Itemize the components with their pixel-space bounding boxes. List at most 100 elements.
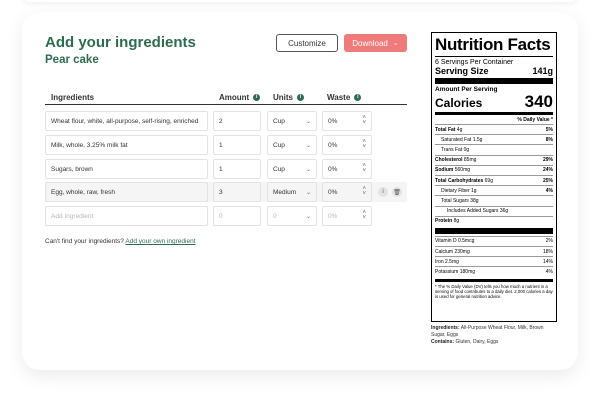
- customize-button[interactable]: Customize: [276, 34, 338, 52]
- vitamin-name: Potassium 180mg: [435, 269, 475, 275]
- info-icon[interactable]: i: [253, 93, 261, 101]
- calories: Calories 340: [435, 93, 553, 110]
- nutrient-amount: 38g: [470, 197, 479, 204]
- ingredient-input[interactable]: Wheat flour, white, all-purpose, self-ri…: [45, 111, 208, 131]
- nutrient-label: Total Fat: [435, 126, 456, 133]
- download-label: Download: [352, 38, 388, 48]
- amount-input[interactable]: 3: [213, 182, 261, 202]
- nutrition-title: Nutrition Facts: [435, 35, 551, 54]
- info-icon[interactable]: i: [354, 93, 362, 101]
- unit-select[interactable]: 0 ⌄: [267, 206, 317, 226]
- vitamin-row: Potassium 180mg 4%: [435, 266, 553, 276]
- chevron-down-icon: ⌄: [305, 142, 311, 149]
- ingredient-input[interactable]: Egg, whole, raw, fresh: [45, 182, 208, 202]
- vitamin-amount: 0.5mcg: [457, 238, 475, 245]
- nutrient-label: Trans Fat: [441, 146, 463, 153]
- amount-input[interactable]: 1: [213, 135, 261, 155]
- vitamin-name: Iron 2.5mg: [435, 259, 459, 265]
- nutrient-amount: 85mg: [463, 157, 477, 164]
- divider: [435, 56, 553, 57]
- amount-input[interactable]: 1: [213, 159, 261, 179]
- waste-stepper[interactable]: 0% ˄ ˅: [322, 159, 372, 179]
- stepper-arrows-icon[interactable]: ˄ ˅: [362, 115, 366, 126]
- stepper-arrows-icon[interactable]: ˄ ˅: [362, 139, 366, 150]
- waste-value: 0%: [328, 212, 338, 220]
- vitamin-amount: 2.5mg: [445, 258, 459, 265]
- table-row-new: Add Ingredient 0 0 ⌄ 0% ˄ ˅: [45, 206, 407, 226]
- unit-select[interactable]: Medium ⌄: [267, 182, 317, 202]
- add-ingredient-input[interactable]: Add Ingredient: [45, 206, 208, 226]
- nutrient-label: Cholesterol: [435, 157, 463, 164]
- nutrient-dv: 8%: [545, 136, 553, 143]
- daily-value-header: % Daily Value *: [517, 117, 553, 123]
- unit-select[interactable]: Cup ⌄: [267, 111, 317, 131]
- page-title: Add your ingredients: [45, 34, 196, 51]
- nutrient-label: Dietary Fiber: [441, 187, 470, 194]
- stepper-arrows-icon[interactable]: ˄ ˅: [362, 163, 366, 174]
- nutrient-row: Includes Added Sugars 36g: [435, 205, 553, 216]
- stepper-arrows-icon[interactable]: ˄ ˅: [362, 186, 366, 197]
- calories-value: 340: [524, 92, 553, 111]
- serving-size-label: Serving Size: [435, 66, 489, 76]
- nutrient-row: Total Carbohydrates 69g 25%: [435, 174, 553, 185]
- nutrient-amount: 69g: [484, 177, 493, 184]
- vitamin-label: Calcium: [435, 248, 454, 255]
- vitamin-label: Potassium: [435, 269, 459, 276]
- amount-input[interactable]: 2: [213, 111, 261, 131]
- ingredients-line: Ingredients: All-Purpose Wheat Flour, Mi…: [431, 325, 559, 339]
- ingredient-input[interactable]: Sugars, brown: [45, 159, 208, 179]
- chevron-down-icon: ⌄: [305, 118, 311, 125]
- contains-text: Gluten, Dairy, Eggs: [455, 339, 499, 345]
- divider-medium: [435, 278, 553, 282]
- column-header-waste: Waste i: [327, 90, 362, 104]
- serving-size-value: 141g: [532, 66, 553, 76]
- column-header-units: Units i: [273, 90, 304, 104]
- waste-stepper[interactable]: 0% ˄ ˅: [322, 111, 372, 131]
- serving-size: Serving Size 141g: [435, 66, 553, 76]
- nutrient-row: Total Fat 4g 5%: [435, 124, 553, 134]
- column-header-amount: Amount i: [219, 90, 261, 104]
- delete-icon[interactable]: 🗑: [392, 187, 402, 197]
- ingredient-input[interactable]: Milk, whole, 3.25% milk fat: [45, 135, 208, 155]
- waste-stepper[interactable]: 0% ˄ ˅: [322, 206, 372, 226]
- customize-label: Customize: [288, 38, 326, 48]
- chevron-down-icon: ⌄: [305, 189, 311, 196]
- info-icon[interactable]: i: [297, 93, 304, 101]
- nutrient-row: Protein 8g: [435, 215, 553, 226]
- waste-stepper[interactable]: 0% ˄ ˅: [322, 182, 372, 202]
- nutrient-dv: 29%: [542, 157, 553, 164]
- stepper-arrows-icon[interactable]: ˄ ˅: [362, 210, 366, 221]
- nutrient-amount: 4g: [456, 126, 463, 133]
- chevron-down-icon: ⌄: [392, 40, 399, 47]
- unit-select[interactable]: Cup ⌄: [267, 135, 317, 155]
- unit-select[interactable]: Cup ⌄: [267, 159, 317, 179]
- nutrient-amount: 0g: [463, 146, 470, 153]
- info-icon[interactable]: i: [378, 187, 388, 197]
- column-header-label: Waste: [327, 92, 351, 102]
- nutrient-label: Includes Added Sugars: [447, 208, 499, 215]
- column-header-label: Ingredients: [51, 92, 95, 102]
- download-button[interactable]: Download ⌄: [344, 34, 407, 52]
- waste-stepper[interactable]: 0% ˄ ˅: [322, 135, 372, 155]
- waste-value: 0%: [328, 141, 338, 149]
- table-row-hovered: Egg, whole, raw, fresh 3 Medium ⌄ 0% ˄ ˅ i …: [45, 182, 407, 202]
- amount-input[interactable]: 0: [213, 206, 261, 226]
- nutrient-row: Saturated Fat 1.5g 8%: [435, 134, 553, 144]
- vitamin-dv: 18%: [542, 248, 553, 255]
- vitamin-name: Calcium 230mg: [435, 249, 470, 255]
- nutrient-amount: 36g: [499, 208, 509, 215]
- vitamin-label: Vitamin D: [435, 238, 457, 245]
- nutrient-name: Protein 8g: [435, 218, 459, 224]
- cant-find-label: Can't find your ingredients?: [45, 238, 124, 245]
- chevron-down-icon: ⌄: [305, 166, 311, 173]
- vitamin-row: Vitamin D 0.5mcg 2%: [435, 235, 553, 246]
- vitamin-dv: 2%: [545, 238, 553, 245]
- ingredients-label: Ingredients:: [431, 325, 460, 331]
- nutrient-name: Cholesterol 85mg: [435, 157, 476, 163]
- table-row: Wheat flour, white, all-purpose, self-ri…: [45, 111, 407, 131]
- nutrient-label: Sodium: [435, 167, 454, 174]
- add-own-ingredient-link[interactable]: Add your own ingredient: [125, 238, 195, 245]
- vitamin-dv: 14%: [542, 258, 553, 265]
- column-header-ingredients: Ingredients: [51, 90, 94, 104]
- contains-label: Contains:: [431, 339, 455, 345]
